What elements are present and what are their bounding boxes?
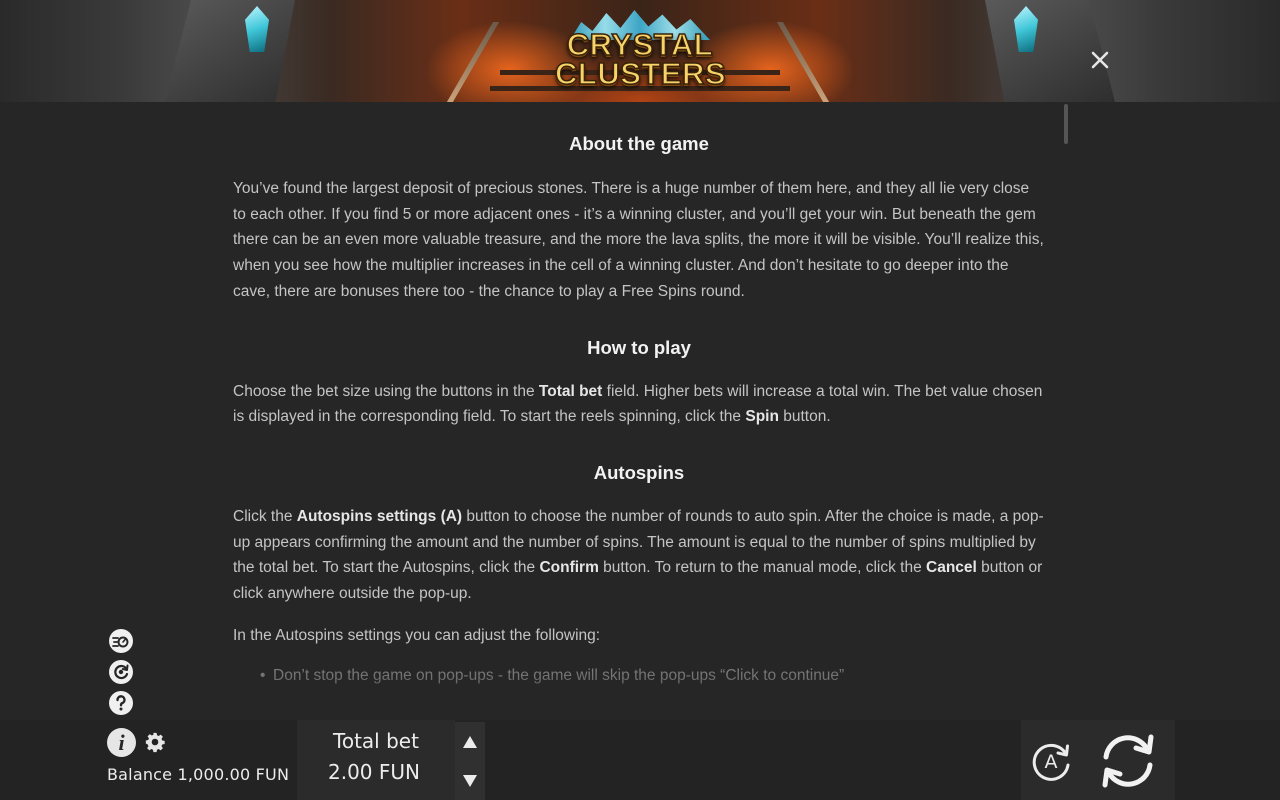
rock-left bbox=[165, 0, 295, 102]
info-icon[interactable]: i bbox=[107, 728, 136, 757]
bet-decrease-button[interactable] bbox=[462, 774, 478, 788]
autospins-title: Autospins bbox=[593, 461, 685, 483]
autospins-settings-intro: In the Autospins settings you can adjust… bbox=[233, 626, 601, 644]
logo-line-1: CRYSTAL bbox=[566, 27, 714, 62]
about-text: You’ve found the largest deposit of prec… bbox=[233, 180, 1044, 300]
rules-content: About the game You’ve found the largest … bbox=[233, 102, 1045, 720]
help-icon-glyph bbox=[109, 691, 133, 715]
balance-label: Balance bbox=[107, 765, 173, 784]
howto-text-1: Choose the bet size using the buttons in… bbox=[233, 382, 539, 400]
auto-text-3: button. To return to the manual mode, cl… bbox=[598, 559, 926, 577]
about-title: About the game bbox=[569, 133, 709, 154]
auto-bold-confirm: Confirm bbox=[539, 559, 599, 577]
turbo-icon-glyph bbox=[109, 629, 133, 653]
list-item: • Don’t stop the game on pop-ups - the ga… bbox=[233, 663, 1045, 689]
howto-bold-spin: Spin bbox=[745, 408, 779, 426]
autospin-letter: A bbox=[1045, 751, 1058, 773]
total-bet-value: 2.00 FUN bbox=[328, 760, 420, 784]
balance-display: Balance 1,000.00 FUN bbox=[107, 764, 289, 786]
autospins-text: Click the Autospins settings (A) button … bbox=[233, 504, 1045, 607]
bet-increase-button[interactable] bbox=[462, 735, 478, 749]
bullet-dot: • bbox=[260, 667, 266, 685]
spin-button[interactable] bbox=[1094, 727, 1162, 795]
spin-icon bbox=[1102, 734, 1154, 788]
autospins-button[interactable]: A bbox=[1028, 738, 1074, 784]
howto-bold-total-bet: Total bet bbox=[538, 382, 603, 400]
quick-spin-icon-glyph bbox=[109, 660, 133, 684]
bet-arrows-panel bbox=[455, 722, 485, 800]
howto-title: How to play bbox=[587, 336, 691, 358]
howto-text: Choose the bet size using the buttons in… bbox=[233, 379, 1045, 430]
close-icon-glyph bbox=[1091, 51, 1109, 69]
logo-line-2: CLUSTERS bbox=[554, 56, 727, 91]
autospin-icon: A bbox=[1032, 743, 1070, 781]
scrollbar-thumb[interactable] bbox=[1064, 104, 1068, 144]
game-logo: CRYSTAL CLUSTERS bbox=[554, 10, 727, 96]
howto-text-3: button. bbox=[778, 408, 831, 426]
help-icon[interactable] bbox=[109, 691, 133, 715]
auto-bold-settings: Autospins settings (A) bbox=[296, 507, 463, 525]
info-glyph: i bbox=[118, 730, 125, 755]
turbo-icon[interactable] bbox=[109, 629, 133, 653]
auto-text-1: Click the bbox=[233, 507, 297, 525]
balance-value: 1,000.00 FUN bbox=[177, 765, 290, 784]
auto-bold-cancel: Cancel bbox=[926, 559, 977, 577]
list-item-text: Don’t stop the game on pop-ups - the gam… bbox=[273, 667, 845, 685]
arrow-up-icon bbox=[463, 736, 477, 748]
total-bet-label: Total bet bbox=[333, 729, 419, 753]
close-icon[interactable] bbox=[1088, 48, 1112, 72]
gear-icon[interactable] bbox=[143, 731, 167, 755]
arrow-down-icon bbox=[463, 775, 477, 787]
gear-icon-glyph bbox=[145, 732, 165, 753]
quick-spin-icon[interactable] bbox=[109, 660, 133, 684]
